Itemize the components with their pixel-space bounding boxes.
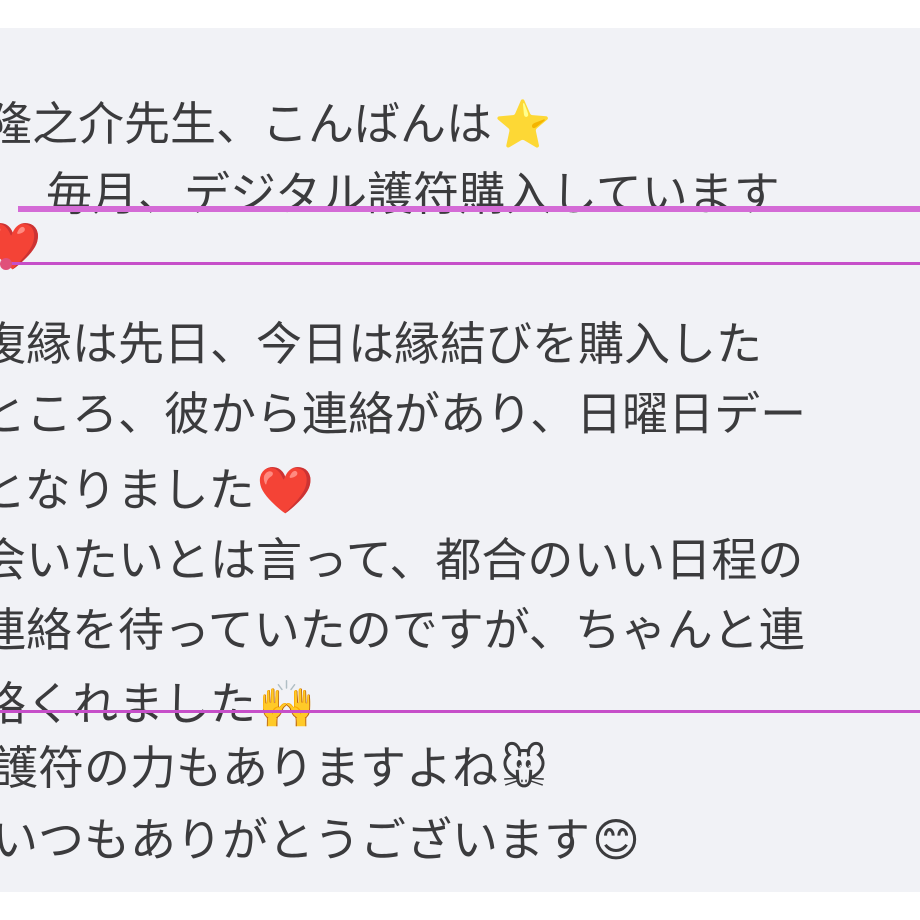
message-line: 会いたいとは言って、都合のいい日程の <box>0 532 803 588</box>
message-text: 復縁は先日、今日は縁結びを購入した <box>0 317 762 371</box>
message-line: いつもありがとうございます😊 <box>0 812 640 868</box>
message-text: 連絡を待っていたのですが、ちゃんと連 <box>0 603 805 657</box>
message-text: となりました <box>0 463 255 517</box>
message-line: 毎月、デジタル護符購入しています <box>0 166 780 222</box>
message-line: ところ、彼から連絡があり、日曜日デー <box>0 386 806 442</box>
mickey-face-icon: 🐭 <box>500 741 548 795</box>
message-text: いつもありがとうございます <box>0 813 590 867</box>
highlight-underline <box>6 262 920 265</box>
highlight-underline <box>0 710 920 713</box>
highlight-underline <box>18 206 920 212</box>
message-card: 隆之介先生、こんばんは⭐ 毎月、デジタル護符購入しています ❤️ 復縁は先日、今… <box>0 28 920 892</box>
message-line: 連絡を待っていたのですが、ちゃんと連 <box>0 602 805 658</box>
message-line: となりました❤️ <box>0 462 314 518</box>
message-text: 隆之介先生、こんばんは <box>0 97 492 151</box>
message-line: 復縁は先日、今日は縁結びを購入した <box>0 316 762 372</box>
message-line: 護符の力もありますよね🐭 <box>0 740 548 796</box>
message-text: ところ、彼から連絡があり、日曜日デー <box>0 387 807 441</box>
star-icon: ⭐ <box>494 97 552 151</box>
message-text: 毎月、デジタル護符購入しています <box>0 167 780 221</box>
underline-handle <box>0 258 12 270</box>
message-text: 絡くれました <box>0 677 256 731</box>
message-text: 会いたいとは言って、都合のいい日程の <box>0 533 804 587</box>
heart-icon: ❤️ <box>256 463 314 517</box>
message-line: 隆之介先生、こんばんは⭐ <box>0 96 551 152</box>
message-text: 護符の力もありますよね <box>0 741 498 795</box>
message-line: 絡くれました🙌 <box>0 676 315 732</box>
mickey-cheer-icon: 🙌 <box>258 677 316 731</box>
smiling-face-icon: 😊 <box>592 813 640 867</box>
